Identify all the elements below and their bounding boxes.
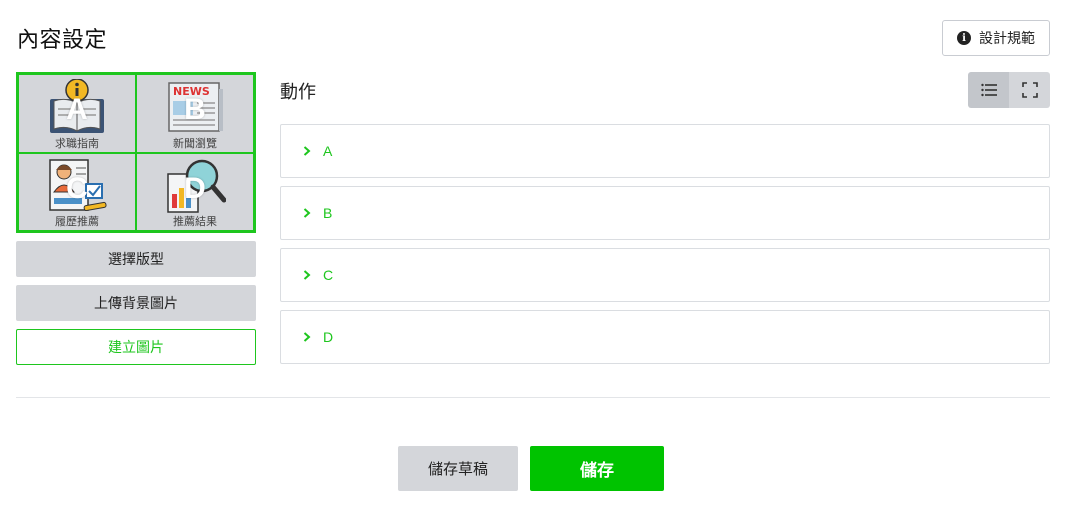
actions-title: 動作	[280, 82, 316, 102]
grid-cell-letter: D	[184, 171, 206, 205]
grid-cell-b[interactable]: NEWS B 新聞瀏覽	[136, 74, 254, 153]
action-item-c[interactable]: C	[280, 248, 1050, 302]
page-title: 內容設定	[17, 27, 108, 52]
footer-divider	[16, 397, 1050, 398]
chevron-right-icon	[303, 146, 311, 156]
grid-cell-letter: C	[66, 171, 88, 205]
grid-cell-a[interactable]: A 求職指南	[18, 74, 136, 153]
design-guide-label: 設計規範	[979, 30, 1035, 46]
upload-background-button[interactable]: 上傳背景圖片	[16, 285, 256, 321]
grid-cell-caption: 履歷推薦	[55, 216, 99, 228]
action-item-label: B	[323, 205, 333, 221]
grid-cell-c[interactable]: C 履歷推薦	[18, 152, 136, 231]
fullscreen-icon	[1021, 82, 1038, 98]
info-icon: i	[957, 31, 971, 45]
action-item-label: C	[323, 267, 334, 283]
list-icon	[980, 83, 997, 97]
save-draft-button[interactable]: 儲存草稿	[398, 446, 518, 491]
fullscreen-view-button[interactable]	[1009, 72, 1050, 108]
action-item-b[interactable]: B	[280, 186, 1050, 240]
grid-cell-d[interactable]: D 推薦結果	[136, 152, 254, 231]
list-view-button[interactable]	[968, 72, 1009, 108]
action-item-label: D	[323, 329, 334, 345]
grid-cell-caption: 求職指南	[55, 137, 99, 150]
choose-template-button[interactable]: 選擇版型	[16, 241, 256, 277]
action-item-label: A	[323, 143, 333, 159]
grid-cell-caption: 推薦結果	[173, 216, 217, 228]
grid-cell-letter: B	[184, 93, 206, 126]
chevron-right-icon	[303, 270, 311, 280]
view-mode-toggle	[968, 72, 1050, 108]
grid-cell-letter: A	[66, 93, 88, 126]
design-guide-button[interactable]: i 設計規範	[942, 20, 1050, 56]
save-button[interactable]: 儲存	[530, 446, 664, 491]
action-item-a[interactable]: A	[280, 124, 1050, 178]
grid-cell-caption: 新聞瀏覽	[173, 137, 217, 150]
action-item-d[interactable]: D	[280, 310, 1050, 364]
create-image-button[interactable]: 建立圖片	[16, 329, 256, 365]
chevron-right-icon	[303, 208, 311, 218]
layout-preview-grid: A 求職指南 NEWS B 新聞瀏覽 C 履歷推薦 D 推薦結果	[16, 72, 256, 233]
chevron-right-icon	[303, 332, 311, 342]
